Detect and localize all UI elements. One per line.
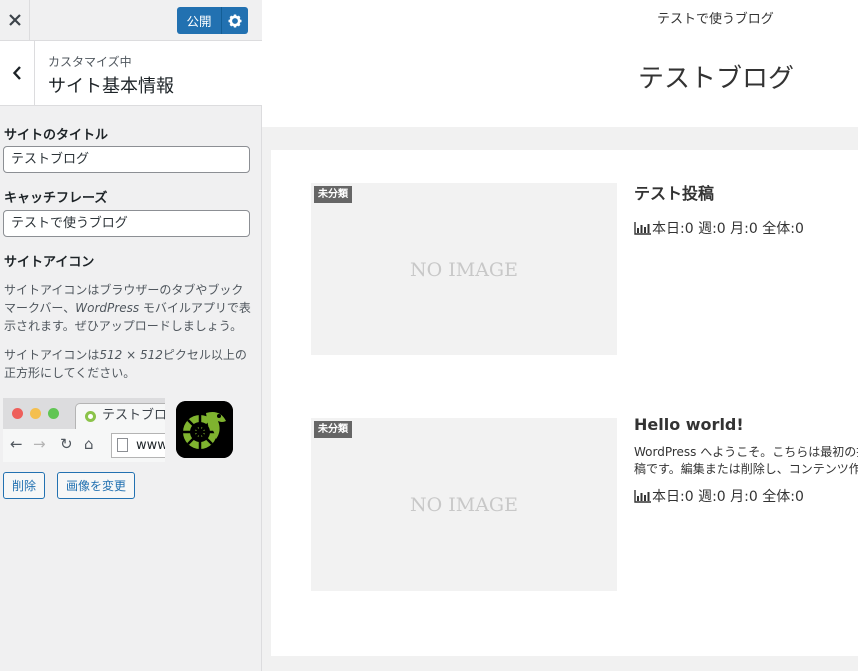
section-title: サイト基本情報 xyxy=(48,76,174,97)
post-stats: 本日:0 週:0 月:0 全体:0 xyxy=(634,218,804,238)
chevron-left-icon xyxy=(12,66,21,80)
post-stats-text: 本日:0 週:0 月:0 全体:0 xyxy=(652,221,804,237)
gear-icon xyxy=(228,14,242,27)
desc-text: サイトアイコンは xyxy=(4,348,100,362)
post-list: 未分類 NO IMAGE テスト投稿 本日:0 週:0 月:0 全体:0 未分類… xyxy=(271,150,858,656)
post-title[interactable]: Hello world! xyxy=(634,415,744,434)
post-stats: 本日:0 週:0 月:0 全体:0 xyxy=(634,486,804,506)
customizer-sidebar: 公開 カスタマイズ中 サイト基本情報 サイトのタイトル テストブログ キャッチフ… xyxy=(0,0,262,671)
browser-navbar: ← → ↻ ⌂ www. xyxy=(3,429,165,462)
site-icon-image xyxy=(176,401,233,458)
close-button[interactable] xyxy=(0,0,30,40)
remove-icon-button[interactable]: 削除 xyxy=(3,472,45,499)
bar-chart-icon xyxy=(634,489,651,503)
bar-chart-icon xyxy=(634,221,651,235)
window-close-dot xyxy=(12,408,23,419)
desc-text-italic: WordPress xyxy=(75,301,140,315)
arrow-right-icon: → xyxy=(33,435,46,453)
post-title[interactable]: テスト投稿 xyxy=(634,180,714,204)
site-title[interactable]: テストブログ xyxy=(638,58,794,95)
change-image-button[interactable]: 画像を変更 xyxy=(57,472,135,499)
favicon-icon xyxy=(85,411,96,422)
site-title-input[interactable]: テストブログ xyxy=(3,146,250,173)
publish-group: 公開 xyxy=(177,7,248,34)
site-title-label: サイトのタイトル xyxy=(4,128,109,143)
post-thumbnail[interactable]: 未分類 NO IMAGE xyxy=(311,418,617,591)
site-preview: テストで使うブログ テストブログ 未分類 NO IMAGE テスト投稿 本日:0… xyxy=(262,0,858,671)
customizer-topbar: 公開 xyxy=(0,0,262,41)
browser-tab-title: テストブログ xyxy=(102,408,165,423)
site-icon-label: サイトアイコン xyxy=(4,255,95,270)
no-image-text: NO IMAGE xyxy=(410,494,518,516)
post-thumbnail[interactable]: 未分類 NO IMAGE xyxy=(311,183,617,355)
browser-url-bar: www. xyxy=(111,433,165,458)
reload-icon: ↻ xyxy=(60,435,73,453)
category-badge[interactable]: 未分類 xyxy=(314,186,352,203)
browser-url-text: www. xyxy=(136,438,165,453)
site-icon-preview xyxy=(176,401,233,458)
site-header: テストで使うブログ テストブログ xyxy=(262,0,858,127)
browser-tab: テストブログ xyxy=(75,403,165,429)
arrow-left-icon: ← xyxy=(10,435,23,453)
back-button[interactable] xyxy=(0,41,35,105)
no-image-text: NO IMAGE xyxy=(410,259,518,281)
page-icon xyxy=(117,438,128,452)
tagline-label: キャッチフレーズ xyxy=(4,191,108,206)
post-stats-text: 本日:0 週:0 月:0 全体:0 xyxy=(652,489,804,505)
window-minimize-dot xyxy=(30,408,41,419)
publish-settings-button[interactable] xyxy=(222,7,248,34)
close-icon xyxy=(8,14,21,26)
post-item: 未分類 NO IMAGE Hello world! WordPress へようこ… xyxy=(271,415,858,591)
post-excerpt: WordPress へようこそ。こちらは最初の投稿です。編集または削除し、コンテ… xyxy=(634,445,858,476)
site-icon-size-note: サイトアイコンは512 × 512ピクセル以上の正方形にしてください。 xyxy=(4,346,254,382)
site-description: テストで使うブログ xyxy=(657,12,774,27)
window-maximize-dot xyxy=(48,408,59,419)
post-item: 未分類 NO IMAGE テスト投稿 本日:0 週:0 月:0 全体:0 xyxy=(271,183,858,355)
category-badge[interactable]: 未分類 xyxy=(314,421,352,438)
section-header: カスタマイズ中 サイト基本情報 xyxy=(0,41,262,106)
section-subtitle: カスタマイズ中 xyxy=(48,55,132,69)
site-icon-description: サイトアイコンはブラウザーのタブやブックマークバー、WordPress モバイル… xyxy=(4,281,254,335)
browser-preview-mock: テストブログ ← → ↻ ⌂ www. xyxy=(3,398,165,462)
tagline-input[interactable]: テストで使うブログ xyxy=(3,210,250,237)
publish-button[interactable]: 公開 xyxy=(177,7,222,34)
desc-text-italic: 512 × 512 xyxy=(99,348,163,362)
home-icon: ⌂ xyxy=(84,435,94,453)
